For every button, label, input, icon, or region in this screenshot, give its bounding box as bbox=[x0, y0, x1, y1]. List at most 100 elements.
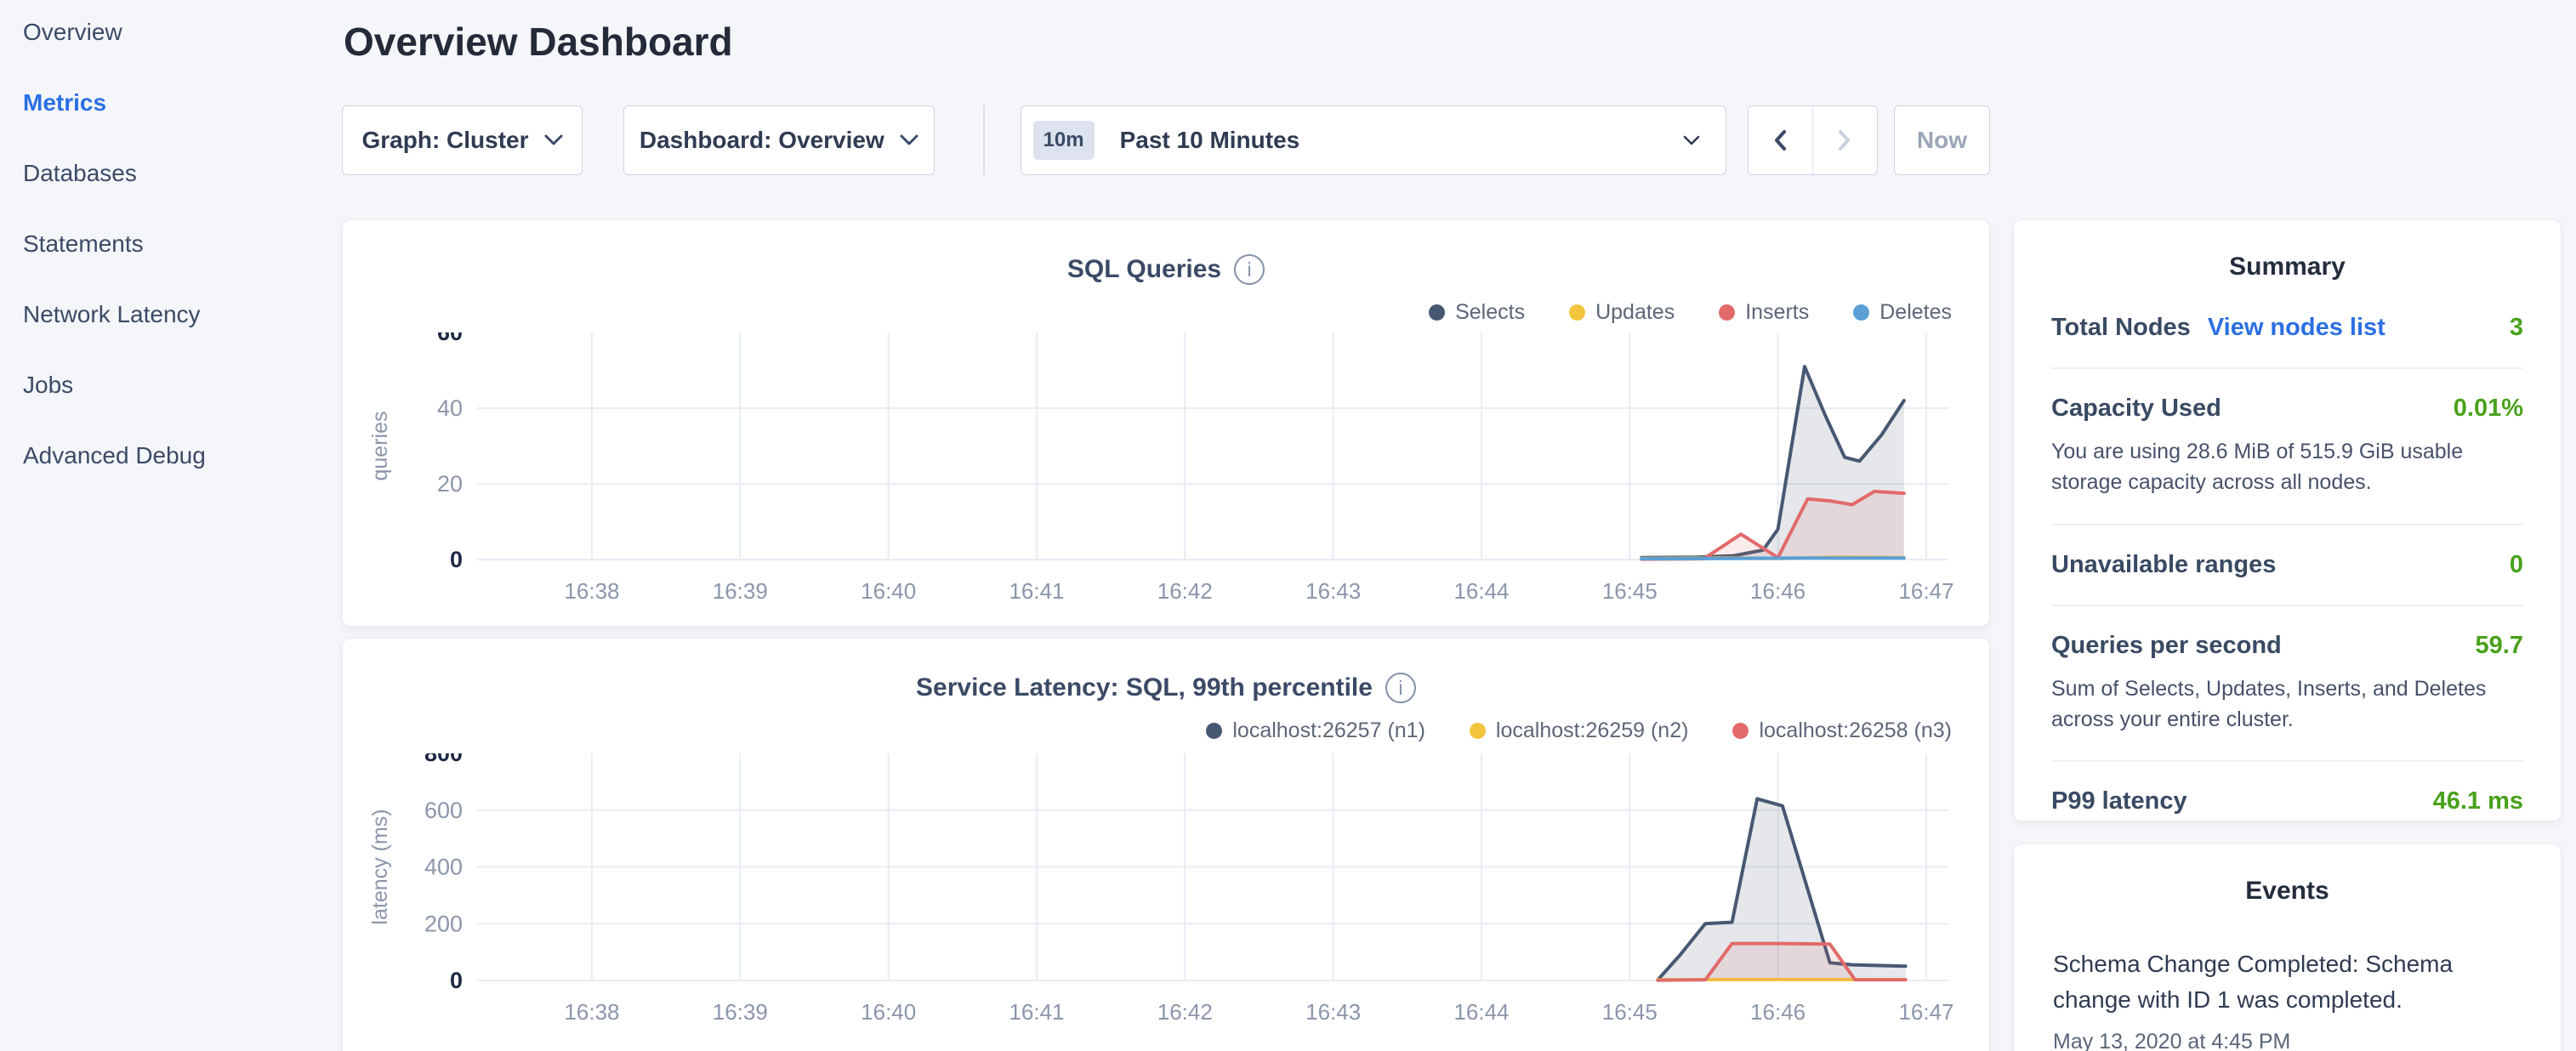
chart-title-row: Service Latency: SQL, 99th percentile i bbox=[343, 673, 1989, 703]
legend-item: Updates bbox=[1569, 300, 1675, 325]
right-column: Summary Total Nodes View nodes list 3 Ca… bbox=[2013, 0, 2562, 1051]
x-axis-tick-label: 16:39 bbox=[713, 578, 768, 604]
summary-value: 0 bbox=[2510, 551, 2523, 579]
summary-label: Total Nodes bbox=[2051, 314, 2191, 342]
chevron-right-icon bbox=[1837, 129, 1852, 151]
legend-dot-icon bbox=[1429, 304, 1445, 321]
sidebar-item-overview[interactable]: Overview bbox=[23, 19, 342, 46]
chevron-down-icon bbox=[900, 134, 918, 146]
events-heading: Events bbox=[2014, 877, 2561, 906]
x-axis-tick-label: 16:47 bbox=[1898, 999, 1953, 1025]
summary-label: Queries per second bbox=[2051, 632, 2282, 660]
summary-panel: Summary Total Nodes View nodes list 3 Ca… bbox=[2013, 219, 2562, 821]
chart-title: SQL Queries bbox=[1067, 255, 1221, 284]
legend-item: Deletes bbox=[1853, 300, 1952, 325]
dashboard-dropdown[interactable]: Dashboard: Overview bbox=[623, 105, 935, 175]
x-axis-tick-label: 16:43 bbox=[1305, 578, 1361, 604]
x-axis-tick-label: 16:41 bbox=[1009, 578, 1064, 604]
series-line bbox=[1641, 558, 1904, 559]
summary-label: P99 latency bbox=[2051, 787, 2187, 815]
events-panel: Events Schema Change Completed: Schema c… bbox=[2013, 844, 2562, 1051]
y-axis-title: latency (ms) bbox=[368, 809, 392, 924]
sql-queries-chart: 16:3816:3916:4016:4116:4216:4316:4416:45… bbox=[343, 332, 1991, 622]
legend-dot-icon bbox=[1470, 723, 1486, 739]
summary-row-capacity-used: Capacity Used 0.01% You are using 28.6 M… bbox=[2051, 369, 2523, 526]
legend-item: Selects bbox=[1429, 300, 1525, 325]
legend-dot-icon bbox=[1719, 304, 1735, 321]
x-axis-tick-label: 16:46 bbox=[1750, 578, 1805, 604]
y-axis-tick-label: 600 bbox=[424, 798, 463, 823]
legend-item: Inserts bbox=[1719, 300, 1809, 325]
event-item-time: May 13, 2020 at 4:45 PM bbox=[2053, 1030, 2522, 1051]
legend-item: localhost:26259 (n2) bbox=[1470, 719, 1689, 743]
toolbar-divider bbox=[983, 105, 985, 175]
time-range-badge: 10m bbox=[1033, 121, 1095, 160]
x-axis-tick-label: 16:46 bbox=[1750, 999, 1805, 1025]
legend-dot-icon bbox=[1732, 723, 1749, 739]
sidebar-item-statements[interactable]: Statements bbox=[23, 230, 342, 258]
sidebar-item-advanced-debug[interactable]: Advanced Debug bbox=[23, 442, 342, 469]
legend-label: Updates bbox=[1595, 300, 1675, 325]
legend-item: localhost:26258 (n3) bbox=[1732, 719, 1952, 743]
legend-label: Selects bbox=[1455, 300, 1525, 325]
legend-item: localhost:26257 (n1) bbox=[1206, 719, 1425, 743]
y-axis-tick-label: 0 bbox=[450, 547, 463, 572]
chevron-down-icon bbox=[1683, 135, 1700, 146]
graph-dropdown[interactable]: Graph: Cluster bbox=[342, 105, 583, 175]
chart-legend: localhost:26257 (n1) localhost:26259 (n2)… bbox=[1206, 719, 1952, 743]
service-latency-chart-card: Service Latency: SQL, 99th percentile i … bbox=[342, 638, 1990, 1051]
legend-dot-icon bbox=[1569, 304, 1585, 321]
legend-label: localhost:26257 (n1) bbox=[1232, 719, 1425, 743]
toolbar: Graph: Cluster Dashboard: Overview 10m P… bbox=[342, 105, 1990, 175]
summary-row-p99-latency: P99 latency 46.1 ms bbox=[2051, 762, 2523, 821]
x-axis-tick-label: 16:43 bbox=[1305, 999, 1361, 1025]
chevron-left-icon bbox=[1772, 129, 1788, 151]
y-axis-tick-label: 40 bbox=[437, 395, 463, 421]
x-axis-tick-label: 16:38 bbox=[564, 578, 619, 604]
summary-note: You are using 28.6 MiB of 515.9 GiB usab… bbox=[2051, 436, 2523, 498]
summary-value: 0.01% bbox=[2454, 395, 2523, 423]
admin-console-page: { "app": { "background": "#f4f6f9", "acc… bbox=[0, 0, 2576, 1051]
time-pager bbox=[1748, 105, 1878, 175]
view-nodes-list-link[interactable]: View nodes list bbox=[2208, 314, 2386, 342]
info-icon[interactable]: i bbox=[1385, 673, 1416, 703]
dashboard-dropdown-label: Dashboard: Overview bbox=[640, 127, 884, 154]
service-latency-chart: 16:3816:3916:4016:4116:4216:4316:4416:45… bbox=[343, 753, 1991, 1042]
sidebar-item-jobs[interactable]: Jobs bbox=[23, 372, 342, 399]
summary-value: 3 bbox=[2510, 314, 2523, 342]
summary-label: Unavailable ranges bbox=[2051, 551, 2276, 579]
summary-row-unavailable-ranges: Unavailable ranges 0 bbox=[2051, 526, 2523, 606]
y-axis-tick-label: 60 bbox=[437, 332, 463, 345]
next-interval-button[interactable] bbox=[1813, 106, 1877, 174]
summary-value: 59.7 bbox=[2476, 632, 2523, 660]
prev-interval-button[interactable] bbox=[1749, 106, 1813, 174]
x-axis-tick-label: 16:39 bbox=[713, 999, 768, 1025]
legend-dot-icon bbox=[1206, 723, 1222, 739]
x-axis-tick-label: 16:40 bbox=[861, 578, 916, 604]
x-axis-tick-label: 16:47 bbox=[1898, 578, 1953, 604]
now-button[interactable]: Now bbox=[1894, 105, 1990, 175]
y-axis-tick-label: 0 bbox=[450, 968, 463, 993]
summary-row-total-nodes: Total Nodes View nodes list 3 bbox=[2051, 288, 2523, 369]
event-item-text[interactable]: Schema Change Completed: Schema change w… bbox=[2053, 946, 2522, 1018]
time-range-label: Past 10 Minutes bbox=[1120, 127, 1683, 154]
x-axis-tick-label: 16:40 bbox=[861, 999, 916, 1025]
info-icon[interactable]: i bbox=[1234, 254, 1265, 285]
x-axis-tick-label: 16:42 bbox=[1157, 578, 1213, 604]
legend-label: Deletes bbox=[1879, 300, 1952, 325]
time-range-selector[interactable]: 10m Past 10 Minutes bbox=[1021, 105, 1726, 175]
summary-value: 46.1 ms bbox=[2433, 787, 2523, 815]
sidebar-item-databases[interactable]: Databases bbox=[23, 160, 342, 187]
sidebar-item-metrics[interactable]: Metrics bbox=[23, 89, 342, 116]
sidebar-nav: Overview Metrics Databases Statements Ne… bbox=[0, 0, 342, 1051]
y-axis-tick-label: 400 bbox=[424, 855, 463, 880]
x-axis-tick-label: 16:45 bbox=[1602, 578, 1658, 604]
x-axis-tick-label: 16:44 bbox=[1453, 999, 1509, 1025]
x-axis-tick-label: 16:45 bbox=[1602, 999, 1658, 1025]
summary-label: Capacity Used bbox=[2051, 395, 2221, 423]
sidebar-item-network-latency[interactable]: Network Latency bbox=[23, 301, 342, 328]
y-axis-tick-label: 800 bbox=[424, 753, 463, 766]
legend-label: Inserts bbox=[1745, 300, 1809, 325]
y-axis-tick-label: 200 bbox=[424, 911, 463, 936]
chart-legend: Selects Updates Inserts Deletes bbox=[1429, 300, 1952, 325]
